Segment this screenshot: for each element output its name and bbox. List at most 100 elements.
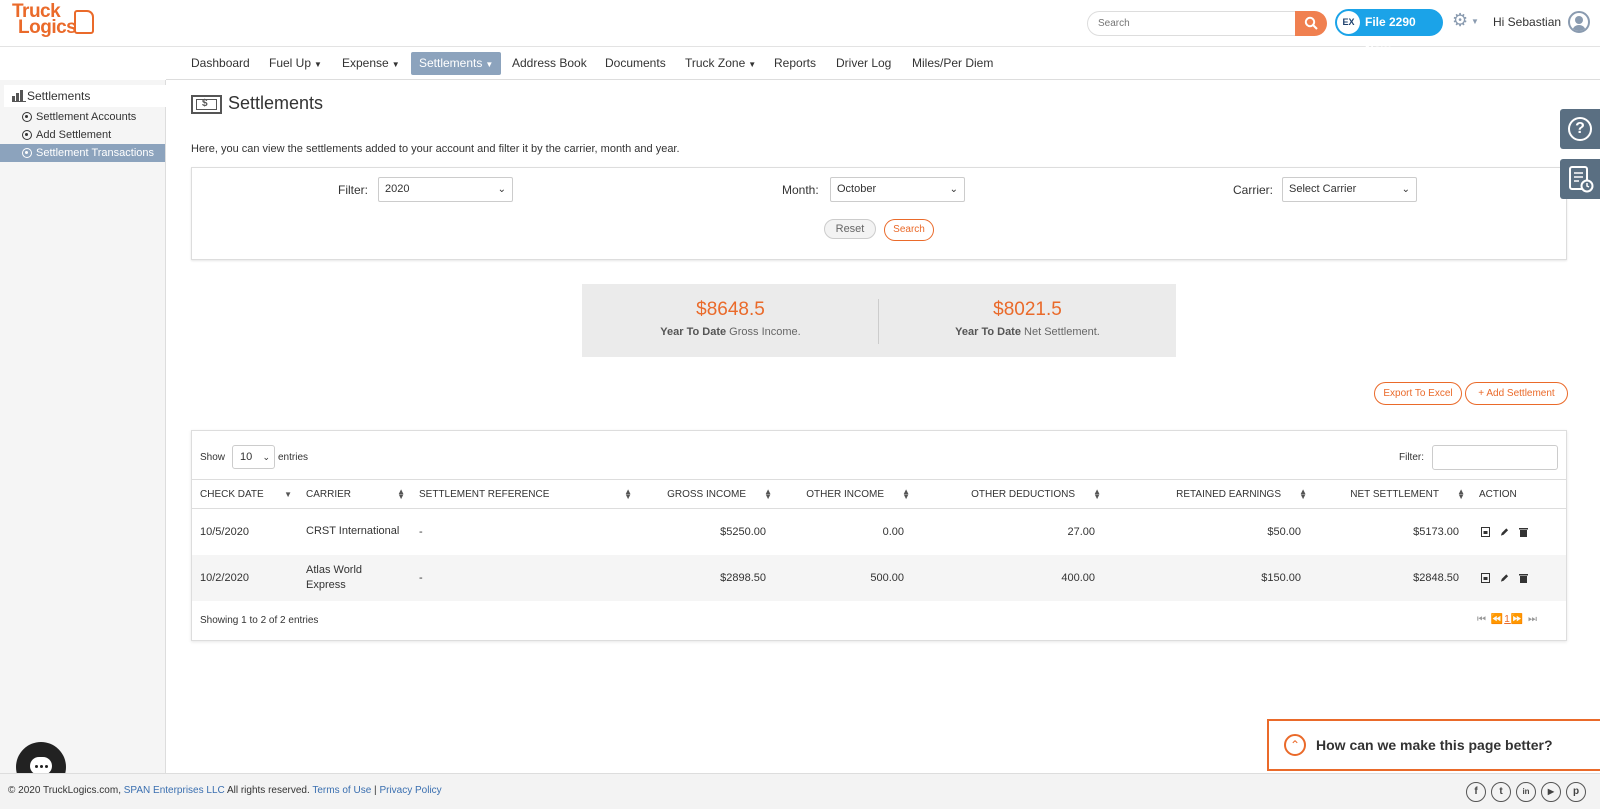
net-settlement-label: Year To Date Net Settlement.	[955, 326, 1100, 338]
cell-check-date: 10/2/2020	[192, 554, 298, 601]
month-label: Month:	[782, 183, 819, 197]
table-filter-input[interactable]	[1432, 445, 1558, 470]
col-retained-earnings[interactable]: Retained Earnings ▲ ▼	[1107, 479, 1313, 509]
youtube-icon[interactable]: ▶	[1541, 782, 1561, 802]
nav-truck-zone[interactable]: Truck Zone ▼	[685, 52, 756, 75]
table-filter-label: Filter:	[1399, 452, 1424, 463]
next-page-icon[interactable]: ⏩	[1511, 614, 1524, 625]
cell-carrier: Atlas World Express	[298, 554, 411, 601]
document-clock-icon	[1569, 166, 1594, 193]
feedback-widget[interactable]: ⌃ How can we make this page better?	[1267, 719, 1600, 771]
trash-icon[interactable]	[1519, 573, 1529, 583]
truck-icon	[74, 10, 94, 34]
linkedin-icon[interactable]: in	[1516, 782, 1536, 802]
chevron-down-icon[interactable]: ▼	[1471, 17, 1479, 26]
col-other-income[interactable]: Other Income ▲ ▼	[778, 479, 916, 509]
circle-dot-icon	[22, 112, 32, 122]
caret-down-icon: ▼	[391, 60, 400, 69]
chevron-up-icon: ⌃	[1284, 734, 1306, 756]
cell-retained-earnings: $150.00	[1107, 554, 1313, 601]
last-page-icon[interactable]: ⏭	[1528, 614, 1538, 625]
nav-address-book[interactable]: Address Book	[512, 52, 587, 75]
gear-icon[interactable]: ⚙	[1452, 10, 1468, 31]
trucklogics-logo[interactable]: Truck Logics	[12, 2, 94, 42]
col-net-settlement[interactable]: Net Settlement ▲ ▼	[1313, 479, 1471, 509]
pagination: ⏮ ⏪1⏩ ⏭	[1477, 614, 1538, 625]
filter-search-button[interactable]: Search	[884, 219, 934, 241]
trash-icon[interactable]	[1519, 527, 1529, 537]
sidebar-item-add-settlement[interactable]: Add Settlement	[0, 126, 165, 144]
search-input[interactable]	[1087, 11, 1297, 36]
expresstrucktax-badge-icon: EX	[1337, 11, 1360, 34]
year-select[interactable]: 2020 ⌄	[378, 177, 513, 202]
avatar[interactable]	[1568, 11, 1590, 33]
edit-pencil-icon[interactable]	[1500, 527, 1509, 537]
entries-length-select[interactable]: 10 ⌄	[232, 445, 275, 469]
caret-down-icon: ▼	[485, 60, 494, 69]
view-document-icon[interactable]	[1481, 526, 1490, 537]
table-info: Showing 1 to 2 of 2 entries	[200, 615, 319, 626]
month-select[interactable]: October ⌄	[830, 177, 965, 202]
sidebar-item-settlement-transactions[interactable]: Settlement Transactions	[0, 144, 165, 162]
nav-expense[interactable]: Expense ▼	[342, 52, 400, 75]
user-greeting[interactable]: Hi Sebastian	[1493, 15, 1561, 29]
ytd-gross-income: $8648.5 Year To Date Gross Income.	[582, 284, 879, 357]
search-button[interactable]	[1295, 11, 1327, 36]
search-icon	[1304, 16, 1318, 30]
gross-income-value: $8648.5	[696, 299, 765, 320]
add-settlement-button[interactable]: + Add Settlement	[1465, 382, 1568, 405]
terms-link[interactable]: Terms of Use	[312, 785, 371, 796]
nav-settlements[interactable]: Settlements ▼	[411, 52, 502, 75]
history-log-button[interactable]	[1560, 159, 1600, 199]
nav-fuel-up[interactable]: Fuel Up ▼	[269, 52, 322, 75]
sort-icon: ▲ ▼	[624, 487, 632, 501]
page-intro: Here, you can view the settlements added…	[191, 143, 680, 155]
help-button[interactable]: ?	[1560, 109, 1600, 149]
export-to-excel-button[interactable]: Export To Excel	[1374, 382, 1462, 405]
col-gross-income[interactable]: Gross Income ▲ ▼	[638, 479, 778, 509]
privacy-link[interactable]: Privacy Policy	[379, 785, 441, 796]
twitter-icon[interactable]: t	[1491, 782, 1511, 802]
ytd-summary: $8648.5 Year To Date Gross Income. $8021…	[582, 284, 1176, 357]
question-icon: ?	[1568, 117, 1592, 141]
filter-panel: Filter: 2020 ⌄ Month: October ⌄ Carrier: S…	[191, 167, 1567, 260]
company-link[interactable]: SPAN Enterprises LLC	[124, 785, 225, 796]
pinterest-icon[interactable]: p	[1566, 782, 1586, 802]
nav-reports[interactable]: Reports	[774, 52, 816, 75]
col-other-deductions[interactable]: Other Deductions ▲ ▼	[916, 479, 1107, 509]
nav-documents[interactable]: Documents	[605, 52, 666, 75]
copyright: © 2020 TruckLogics.com, SPAN Enterprises…	[8, 785, 442, 796]
nav-dashboard[interactable]: Dashboard	[191, 52, 250, 75]
view-document-icon[interactable]	[1481, 572, 1490, 583]
chevron-down-icon: ⌄	[262, 452, 270, 462]
show-label: Show	[200, 452, 226, 463]
col-action: Action	[1471, 479, 1566, 509]
facebook-icon[interactable]: f	[1466, 782, 1486, 802]
col-check-date[interactable]: Check Date ▼	[192, 479, 298, 509]
sidebar-heading[interactable]: Settlements	[4, 85, 166, 107]
col-settlement-reference[interactable]: Settlement Reference ▲ ▼	[411, 479, 638, 509]
edit-pencil-icon[interactable]	[1500, 573, 1509, 583]
cell-actions	[1471, 509, 1566, 555]
money-icon: $	[191, 95, 222, 114]
carrier-label: Carrier:	[1233, 183, 1274, 197]
file-2290-button[interactable]: EX File 2290 Now	[1335, 9, 1443, 56]
sort-icon: ▲ ▼	[1457, 487, 1465, 501]
gross-income-label: Year To Date Gross Income.	[660, 326, 801, 338]
entries-label: entries	[278, 452, 309, 463]
nav-driver-log[interactable]: Driver Log	[836, 52, 891, 75]
cell-gross-income: $5250.00	[720, 525, 766, 538]
sidebar-item-settlement-accounts[interactable]: Settlement Accounts	[0, 108, 165, 126]
prev-page-icon[interactable]: ⏪	[1491, 614, 1504, 625]
cell-check-date: 10/5/2020	[200, 525, 249, 538]
col-carrier[interactable]: Carrier ▲ ▼	[298, 479, 411, 509]
settlements-table: Check Date ▼ Carrier ▲ ▼ Settlement Referen…	[192, 479, 1566, 601]
first-page-icon[interactable]: ⏮	[1477, 614, 1487, 625]
sort-icon: ▲ ▼	[764, 487, 772, 501]
sort-icon: ▲ ▼	[1093, 487, 1101, 501]
carrier-select[interactable]: Select Carrier ⌄	[1282, 177, 1417, 202]
table-row: 10/2/2020 Atlas World Express - $2898.50…	[192, 554, 1566, 601]
reset-button[interactable]: Reset	[824, 219, 876, 239]
top-header: Truck Logics EX File 2290 Now ⚙ ▼ Hi Seb…	[0, 0, 1600, 56]
nav-miles-per-diem[interactable]: Miles/Per Diem	[912, 52, 993, 75]
